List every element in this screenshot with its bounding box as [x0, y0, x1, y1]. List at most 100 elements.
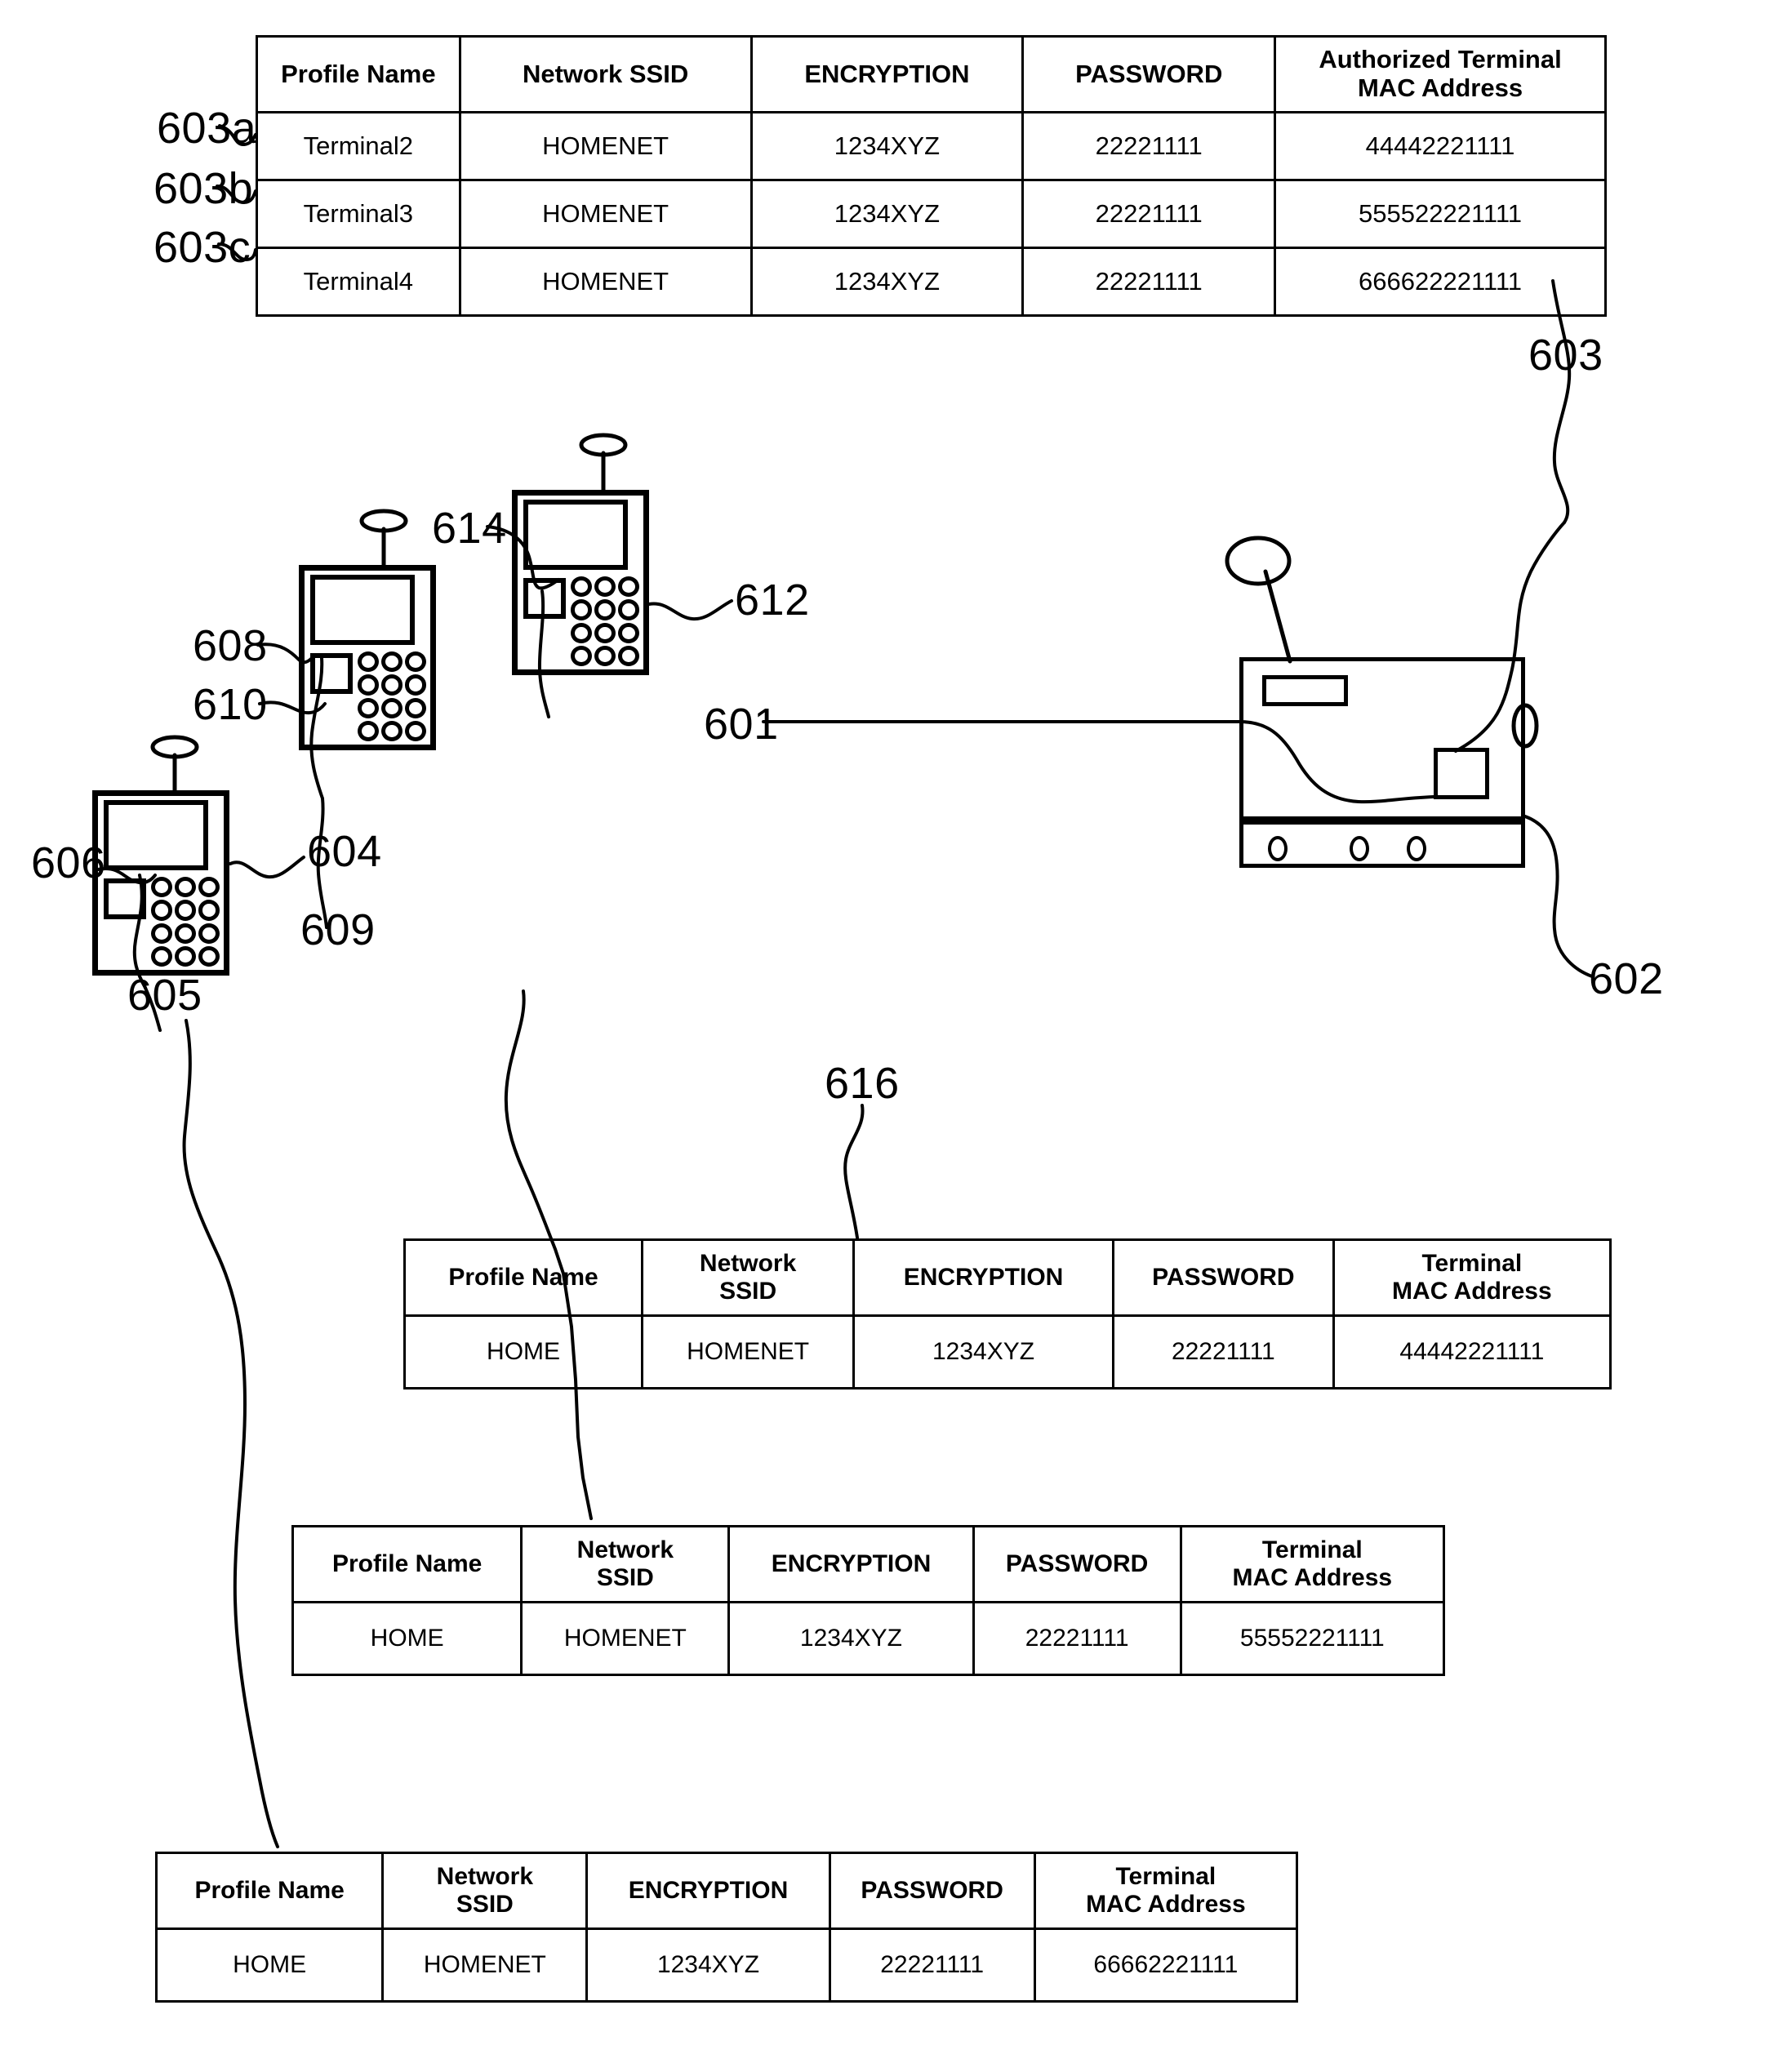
ref-label-603b: 603b	[153, 164, 254, 213]
cell-network-ssid: HOMENET	[520, 1601, 731, 1676]
cell-profile-name: HOME	[154, 1927, 385, 2003]
ref-label-608: 608	[193, 621, 268, 670]
terminal-604-profile-table: Profile Name Network SSID ENCRYPTION PAS…	[154, 1852, 1299, 2003]
column-header-profile-name: Profile Name	[403, 1238, 644, 1317]
router-port-icon	[1350, 836, 1369, 861]
keypad-key	[571, 576, 592, 598]
ref-label-603: 603	[1528, 331, 1603, 380]
keypad-key	[405, 651, 426, 673]
terminal-604-screen	[104, 800, 208, 870]
wireless-router-device	[1239, 657, 1525, 868]
keypad-key	[594, 622, 616, 643]
cell-password: 22221111	[1111, 1314, 1335, 1389]
column-header-password: PASSWORD	[972, 1525, 1182, 1603]
cell-profile-name: HOME	[291, 1601, 523, 1676]
terminal-612-keypad	[571, 576, 639, 666]
keypad-key	[405, 720, 426, 741]
ref-label-605: 605	[127, 971, 202, 1020]
keypad-key	[571, 622, 592, 643]
cell-encryption: 1234XYZ	[749, 247, 1025, 317]
cell-network-ssid: HOMENET	[641, 1314, 856, 1389]
patent-figure: Profile Name Network SSID ENCRYPTION PAS…	[0, 0, 1788, 2072]
keypad-key	[381, 651, 403, 673]
keypad-key	[151, 900, 172, 921]
table-row: HOME HOMENET 1234XYZ 22221111 6666222111…	[154, 1927, 1299, 2003]
keypad-key	[405, 697, 426, 718]
keypad-key	[594, 576, 616, 598]
terminal-612-screen	[523, 500, 628, 570]
cell-password: 22221111	[1021, 179, 1277, 249]
terminal-604-profile-store-606	[104, 878, 146, 919]
cell-encryption: 1234XYZ	[585, 1927, 831, 2003]
header-line-1: Terminal	[1115, 1863, 1216, 1891]
cell-encryption: 1234XYZ	[727, 1601, 975, 1676]
terminal-604-antenna-tip	[150, 735, 199, 759]
keypad-key	[198, 877, 220, 898]
ref-label-616: 616	[825, 1059, 900, 1108]
cell-mac-address: 666622221111	[1274, 247, 1607, 317]
cell-network-ssid: HOMENET	[381, 1927, 589, 2003]
column-header-network-ssid: Network SSID	[458, 35, 753, 113]
column-header-password: PASSWORD	[1021, 35, 1277, 113]
leader-603-to-table	[1551, 279, 1572, 524]
column-header-password: PASSWORD	[1111, 1238, 1335, 1317]
column-header-encryption: ENCRYPTION	[727, 1525, 975, 1603]
cell-mac-address: 44442221111	[1274, 111, 1607, 181]
keypad-key	[175, 945, 196, 967]
router-antenna-tip	[1225, 536, 1292, 586]
leader-604	[229, 856, 305, 879]
ref-label-609: 609	[300, 905, 376, 954]
terminal-608-antenna-tip	[359, 509, 408, 533]
keypad-key	[198, 900, 220, 921]
column-header-profile-name: Profile Name	[291, 1525, 523, 1603]
router-port-bar	[1239, 820, 1525, 868]
table-row: Terminal4 HOMENET 1234XYZ 22221111 66662…	[256, 247, 1607, 317]
keypad-key	[175, 877, 196, 898]
column-header-password: PASSWORD	[828, 1852, 1036, 1930]
cell-encryption: 1234XYZ	[749, 111, 1025, 181]
keypad-key	[618, 576, 639, 598]
ref-label-614: 614	[432, 504, 507, 553]
keypad-key	[151, 877, 172, 898]
terminal-608-keypad	[358, 651, 426, 741]
column-header-encryption: ENCRYPTION	[749, 35, 1025, 113]
leader-616-lower	[843, 1104, 865, 1239]
cell-encryption: 1234XYZ	[852, 1314, 1114, 1389]
header-line-2: MAC Address	[1357, 73, 1523, 102]
ref-label-612: 612	[735, 576, 810, 625]
keypad-key	[198, 945, 220, 967]
keypad-key	[405, 674, 426, 696]
column-header-terminal-mac-address: Terminal MAC Address	[1179, 1525, 1446, 1603]
header-line-2: SSID	[719, 1278, 777, 1305]
router-status-led-panel	[1262, 675, 1348, 706]
cell-mac-address: 55552221111	[1179, 1601, 1446, 1676]
cell-mac-address: 555522221111	[1274, 179, 1607, 249]
leader-612	[647, 599, 733, 621]
column-header-profile-name: Profile Name	[256, 35, 461, 113]
table-row: HOME HOMENET 1234XYZ 22221111 4444222111…	[403, 1314, 1612, 1389]
terminal-612-profile-table: Profile Name Network SSID ENCRYPTION PAS…	[403, 1238, 1612, 1389]
cell-password: 22221111	[1021, 247, 1277, 317]
header-line-1: Network	[699, 1250, 797, 1278]
keypad-key	[381, 674, 403, 696]
header-line-2: MAC Address	[1086, 1891, 1246, 1918]
cell-mac-address: 44442221111	[1332, 1314, 1612, 1389]
keypad-key	[381, 720, 403, 741]
column-header-authorized-terminal-mac-address: Authorized Terminal MAC Address	[1274, 35, 1607, 113]
keypad-key	[618, 645, 639, 666]
ref-label-610: 610	[193, 680, 268, 729]
terminal-612-antenna-tip	[579, 433, 628, 457]
header-line-1: Terminal	[1421, 1250, 1523, 1278]
terminal-608-profile-store-610	[310, 653, 353, 694]
keypad-key	[571, 599, 592, 620]
terminal-612-profile-store-614	[523, 578, 566, 619]
keypad-key	[175, 900, 196, 921]
keypad-key	[618, 622, 639, 643]
wireless-terminal-608	[299, 565, 436, 750]
ref-label-601: 601	[704, 700, 779, 749]
keypad-key	[358, 720, 379, 741]
column-header-profile-name: Profile Name	[154, 1852, 385, 1930]
header-line-2: SSID	[456, 1891, 514, 1918]
table-row: Terminal3 HOMENET 1234XYZ 22221111 55552…	[256, 179, 1607, 249]
keypad-key	[618, 599, 639, 620]
